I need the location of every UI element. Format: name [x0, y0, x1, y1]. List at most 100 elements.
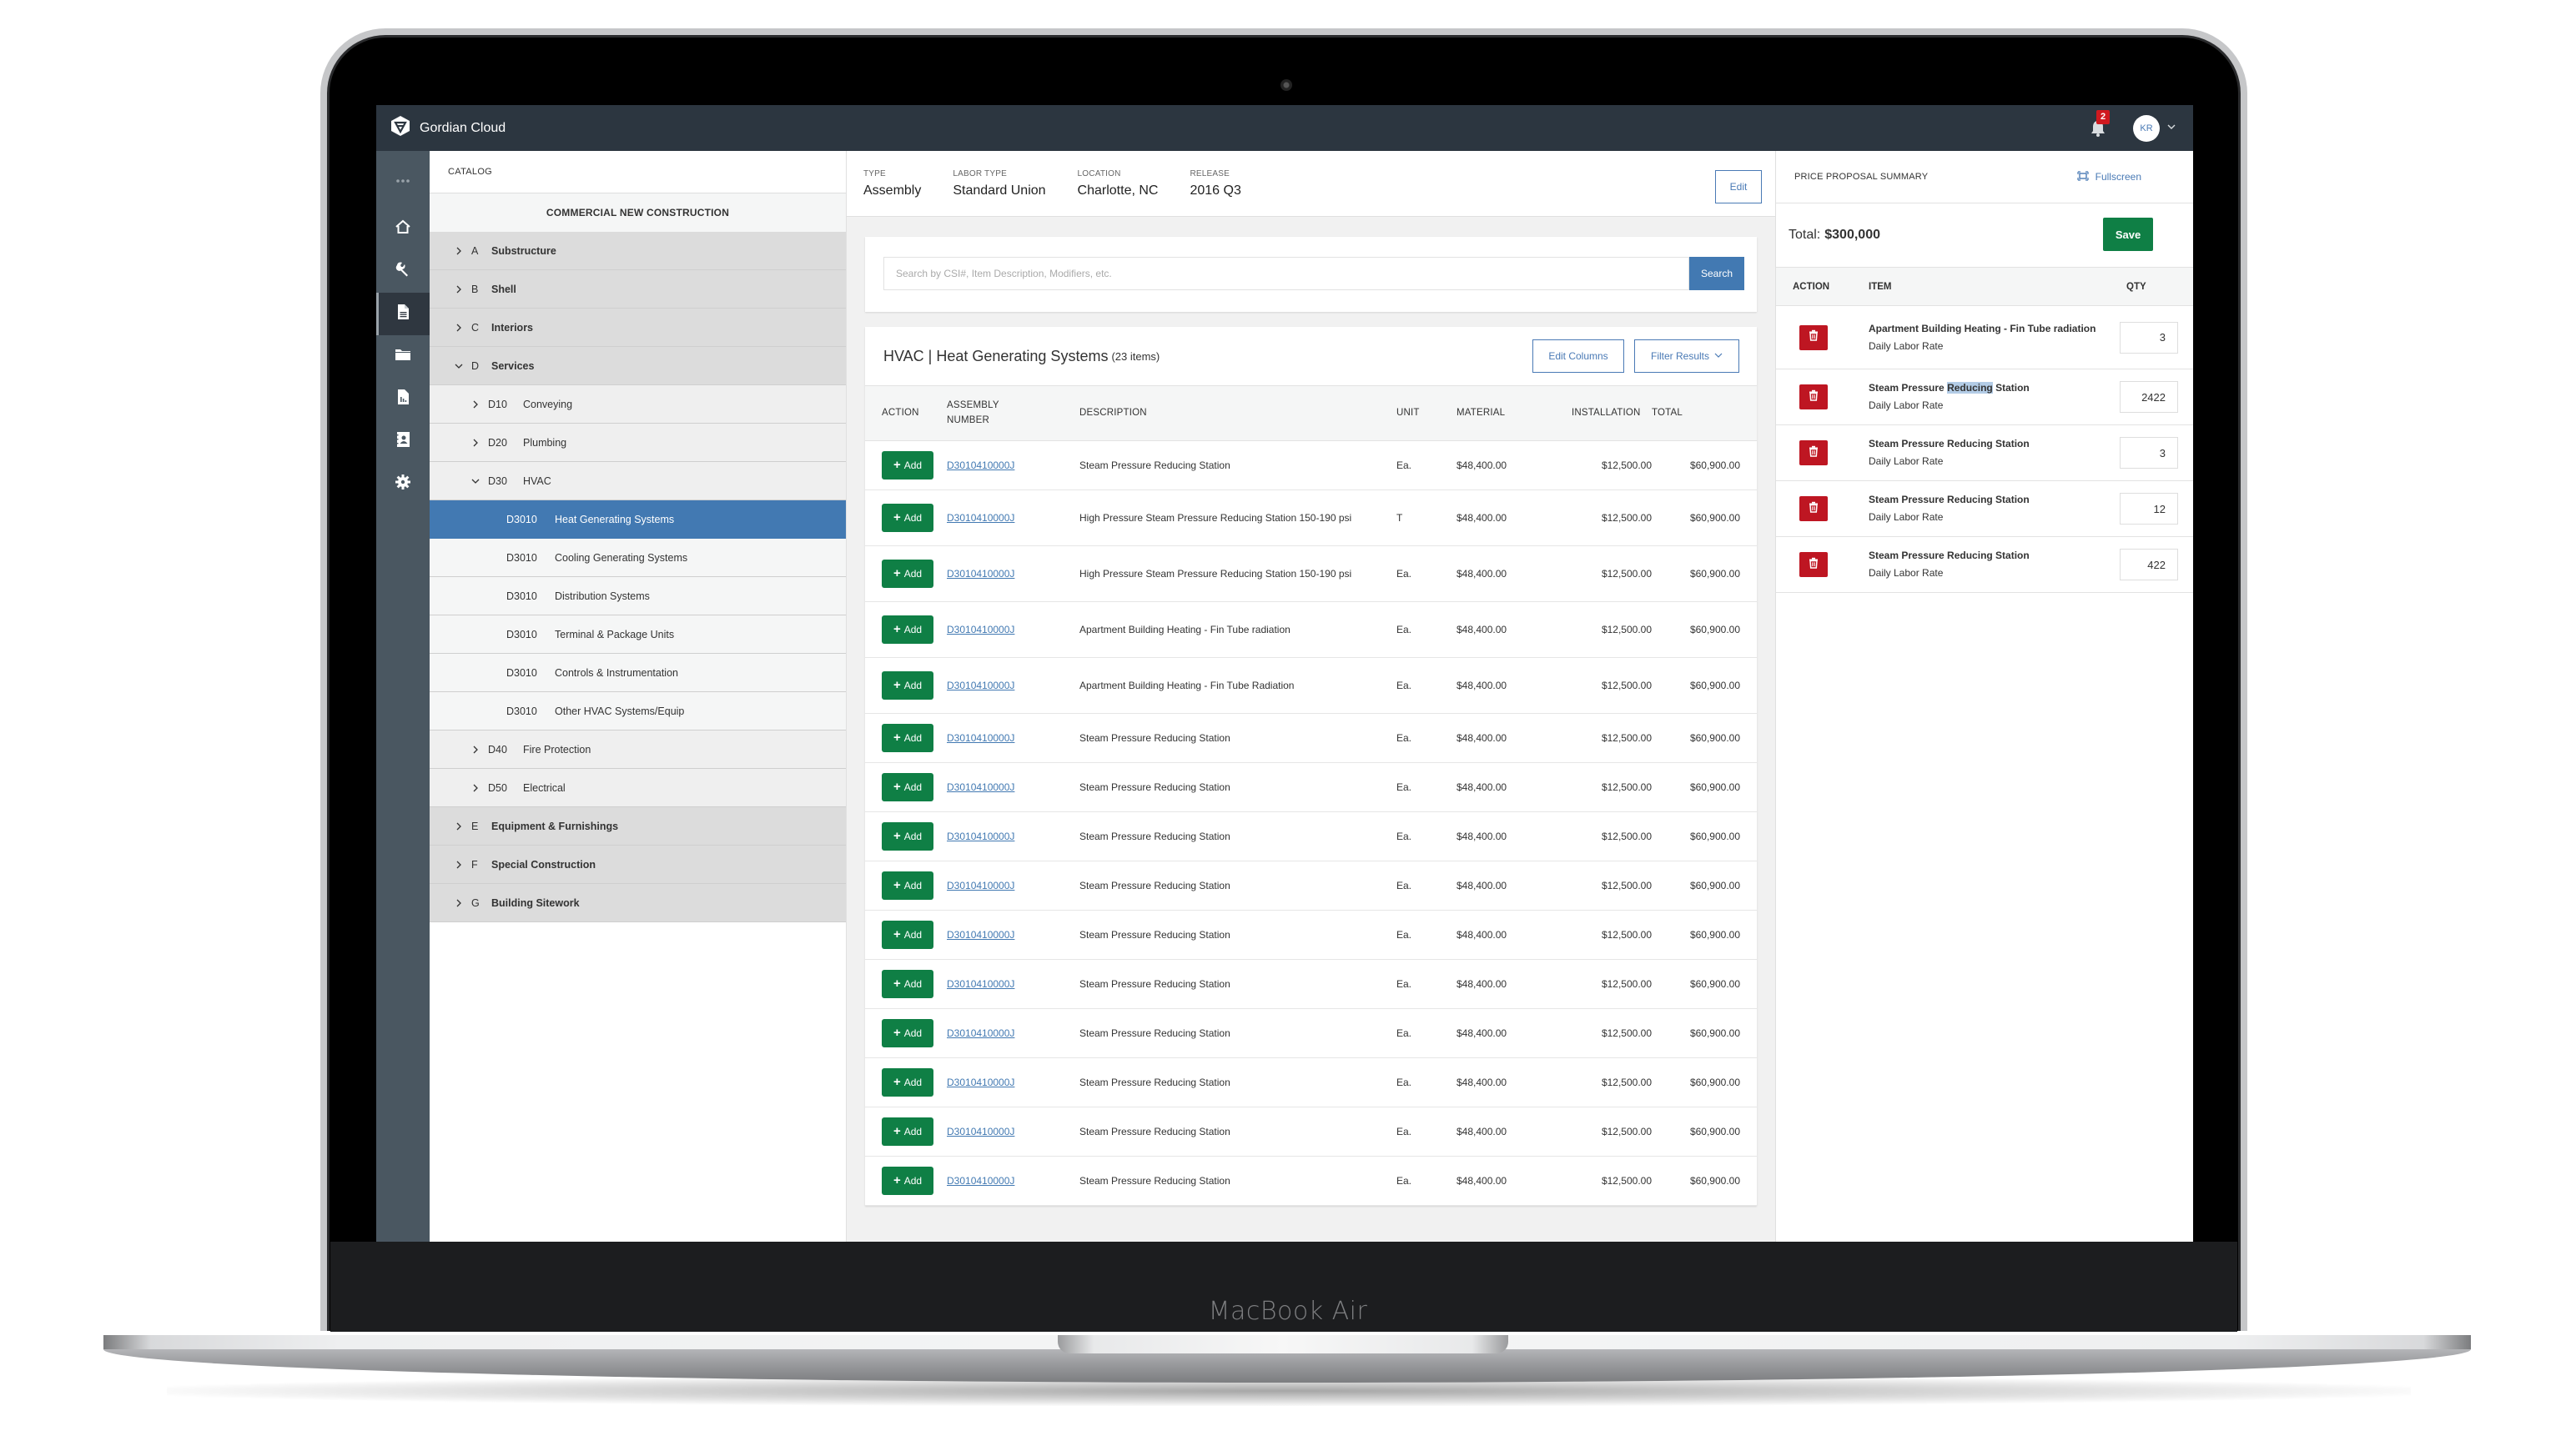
chevron-right-icon[interactable] [453, 285, 465, 294]
column-header-installation[interactable]: INSTALLATION [1540, 386, 1652, 441]
catalog-tree-item[interactable]: D10 Conveying [430, 385, 846, 424]
add-button[interactable]: + Add [882, 969, 933, 998]
rail-item-documents[interactable] [376, 293, 430, 335]
rail-item-contacts[interactable] [376, 420, 430, 463]
add-button[interactable]: + Add [882, 1067, 933, 1097]
column-header-description[interactable]: DESCRIPTION [1079, 386, 1396, 441]
delete-button[interactable] [1799, 384, 1828, 409]
qty-input[interactable]: 2422 [2120, 381, 2178, 413]
delete-button[interactable] [1799, 552, 1828, 577]
catalog-tree-item[interactable]: G Building Sitework [430, 884, 846, 922]
chevron-right-icon[interactable] [470, 746, 481, 754]
assembly-number-link[interactable]: D3010410000J [947, 1175, 1014, 1187]
assembly-number-link[interactable]: D3010410000J [947, 568, 1014, 580]
column-header-total[interactable]: TOTAL [1652, 386, 1757, 441]
tree-item-label: Services [491, 359, 535, 372]
rail-item-home[interactable] [376, 208, 430, 250]
proposal-item-row: Steam Pressure Reducing Station Daily Lab… [1776, 481, 2193, 537]
catalog-tree-item[interactable]: D3010 Heat Generating Systems [430, 500, 846, 539]
chevron-right-icon[interactable] [453, 899, 465, 907]
chevron-down-icon[interactable] [2160, 121, 2176, 136]
rail-item-folders[interactable] [376, 335, 430, 378]
fullscreen-icon [2077, 170, 2096, 183]
catalog-tree-item[interactable]: D Services [430, 347, 846, 385]
add-button[interactable]: + Add [882, 559, 933, 588]
search-input[interactable]: Search by CSI#, Item Description, Modifi… [883, 257, 1689, 290]
chevron-down-icon[interactable] [470, 477, 481, 485]
save-button[interactable]: Save [2103, 218, 2153, 251]
assembly-number-link[interactable]: D3010410000J [947, 781, 1014, 793]
edit-columns-button[interactable]: Edit Columns [1532, 339, 1624, 373]
column-header-unit[interactable]: UNIT [1396, 386, 1457, 441]
assembly-number-link[interactable]: D3010410000J [947, 978, 1014, 990]
add-button[interactable]: + Add [882, 772, 933, 801]
assembly-number-link[interactable]: D3010410000J [947, 732, 1014, 744]
catalog-tree-item[interactable]: D50 Electrical [430, 769, 846, 807]
catalog-tree-item[interactable]: D3010 Distribution Systems [430, 577, 846, 615]
catalog-tree-item[interactable]: B Shell [430, 270, 846, 309]
add-button[interactable]: + Add [882, 503, 933, 532]
assembly-number-link[interactable]: D3010410000J [947, 831, 1014, 842]
assembly-number-link[interactable]: D3010410000J [947, 459, 1014, 471]
catalog-tree-item[interactable]: D3010 Controls & Instrumentation [430, 654, 846, 692]
qty-input[interactable]: 3 [2120, 437, 2178, 469]
chevron-right-icon[interactable] [453, 247, 465, 255]
column-header-material[interactable]: MATERIAL [1457, 386, 1540, 441]
chevron-down-icon[interactable] [453, 362, 465, 370]
qty-input[interactable]: 12 [2120, 493, 2178, 525]
catalog-tree-item[interactable]: D30 HVAC [430, 462, 846, 500]
catalog-tree-item[interactable]: F Special Construction [430, 846, 846, 884]
chevron-right-icon[interactable] [453, 324, 465, 332]
catalog-tree-item[interactable]: D3010 Cooling Generating Systems [430, 539, 846, 577]
column-header-assembly-number[interactable]: ASSEMBLY NUMBER [947, 386, 1079, 441]
catalog-tree-item[interactable]: D3010 Other HVAC Systems/Equip [430, 692, 846, 731]
filter-results-button[interactable]: Filter Results [1634, 339, 1739, 373]
chevron-right-icon[interactable] [470, 400, 481, 409]
assembly-number-link[interactable]: D3010410000J [947, 1077, 1014, 1088]
add-button[interactable]: + Add [882, 670, 933, 700]
assembly-number-link[interactable]: D3010410000J [947, 929, 1014, 941]
add-button[interactable]: + Add [882, 1018, 933, 1047]
add-button[interactable]: + Add [882, 821, 933, 851]
assembly-number-link[interactable]: D3010410000J [947, 512, 1014, 524]
meta-value: Charlotte, NC [1077, 183, 1159, 198]
delete-button[interactable] [1799, 496, 1828, 521]
add-button[interactable]: + Add [882, 450, 933, 479]
catalog-tree-item[interactable]: D40 Fire Protection [430, 731, 846, 769]
column-header-action[interactable]: ACTION [865, 386, 947, 441]
rail-item-reports[interactable] [376, 378, 430, 420]
catalog-tree-item[interactable]: D3010 Terminal & Package Units [430, 615, 846, 654]
delete-button[interactable] [1799, 440, 1828, 465]
rail-item-more[interactable] [376, 166, 430, 199]
add-button[interactable]: + Add [882, 920, 933, 949]
add-button[interactable]: + Add [882, 871, 933, 900]
assembly-number-link[interactable]: D3010410000J [947, 624, 1014, 635]
add-button[interactable]: + Add [882, 1166, 933, 1195]
qty-input[interactable]: 3 [2120, 321, 2178, 354]
catalog-tree-item[interactable]: E Equipment & Furnishings [430, 807, 846, 846]
assembly-number-link[interactable]: D3010410000J [947, 1027, 1014, 1039]
add-button[interactable]: + Add [882, 723, 933, 752]
chevron-right-icon[interactable] [470, 439, 481, 447]
qty-input[interactable]: 422 [2120, 549, 2178, 580]
chevron-right-icon[interactable] [470, 784, 481, 792]
assembly-number-link[interactable]: D3010410000J [947, 1126, 1014, 1137]
notifications-button[interactable]: 2 [2088, 109, 2110, 138]
catalog-tree-item[interactable]: C Interiors [430, 309, 846, 347]
search-button[interactable]: Search [1689, 257, 1744, 290]
chevron-right-icon[interactable] [453, 822, 465, 831]
rail-item-tools[interactable] [376, 250, 430, 293]
catalog-tree-item[interactable]: A Substructure [430, 232, 846, 270]
add-button[interactable]: + Add [882, 1117, 933, 1146]
assembly-number-link[interactable]: D3010410000J [947, 880, 1014, 891]
brand[interactable]: Gordian Cloud [390, 115, 506, 141]
rail-item-settings[interactable] [376, 463, 430, 505]
add-button[interactable]: + Add [882, 615, 933, 644]
assembly-number-link[interactable]: D3010410000J [947, 680, 1014, 691]
fullscreen-button[interactable]: Fullscreen [2077, 170, 2141, 183]
delete-button[interactable] [1799, 324, 1828, 350]
catalog-tree-item[interactable]: D20 Plumbing [430, 424, 846, 462]
edit-button[interactable]: Edit [1715, 170, 1762, 203]
chevron-right-icon[interactable] [453, 861, 465, 869]
user-avatar[interactable]: KR [2133, 114, 2160, 142]
